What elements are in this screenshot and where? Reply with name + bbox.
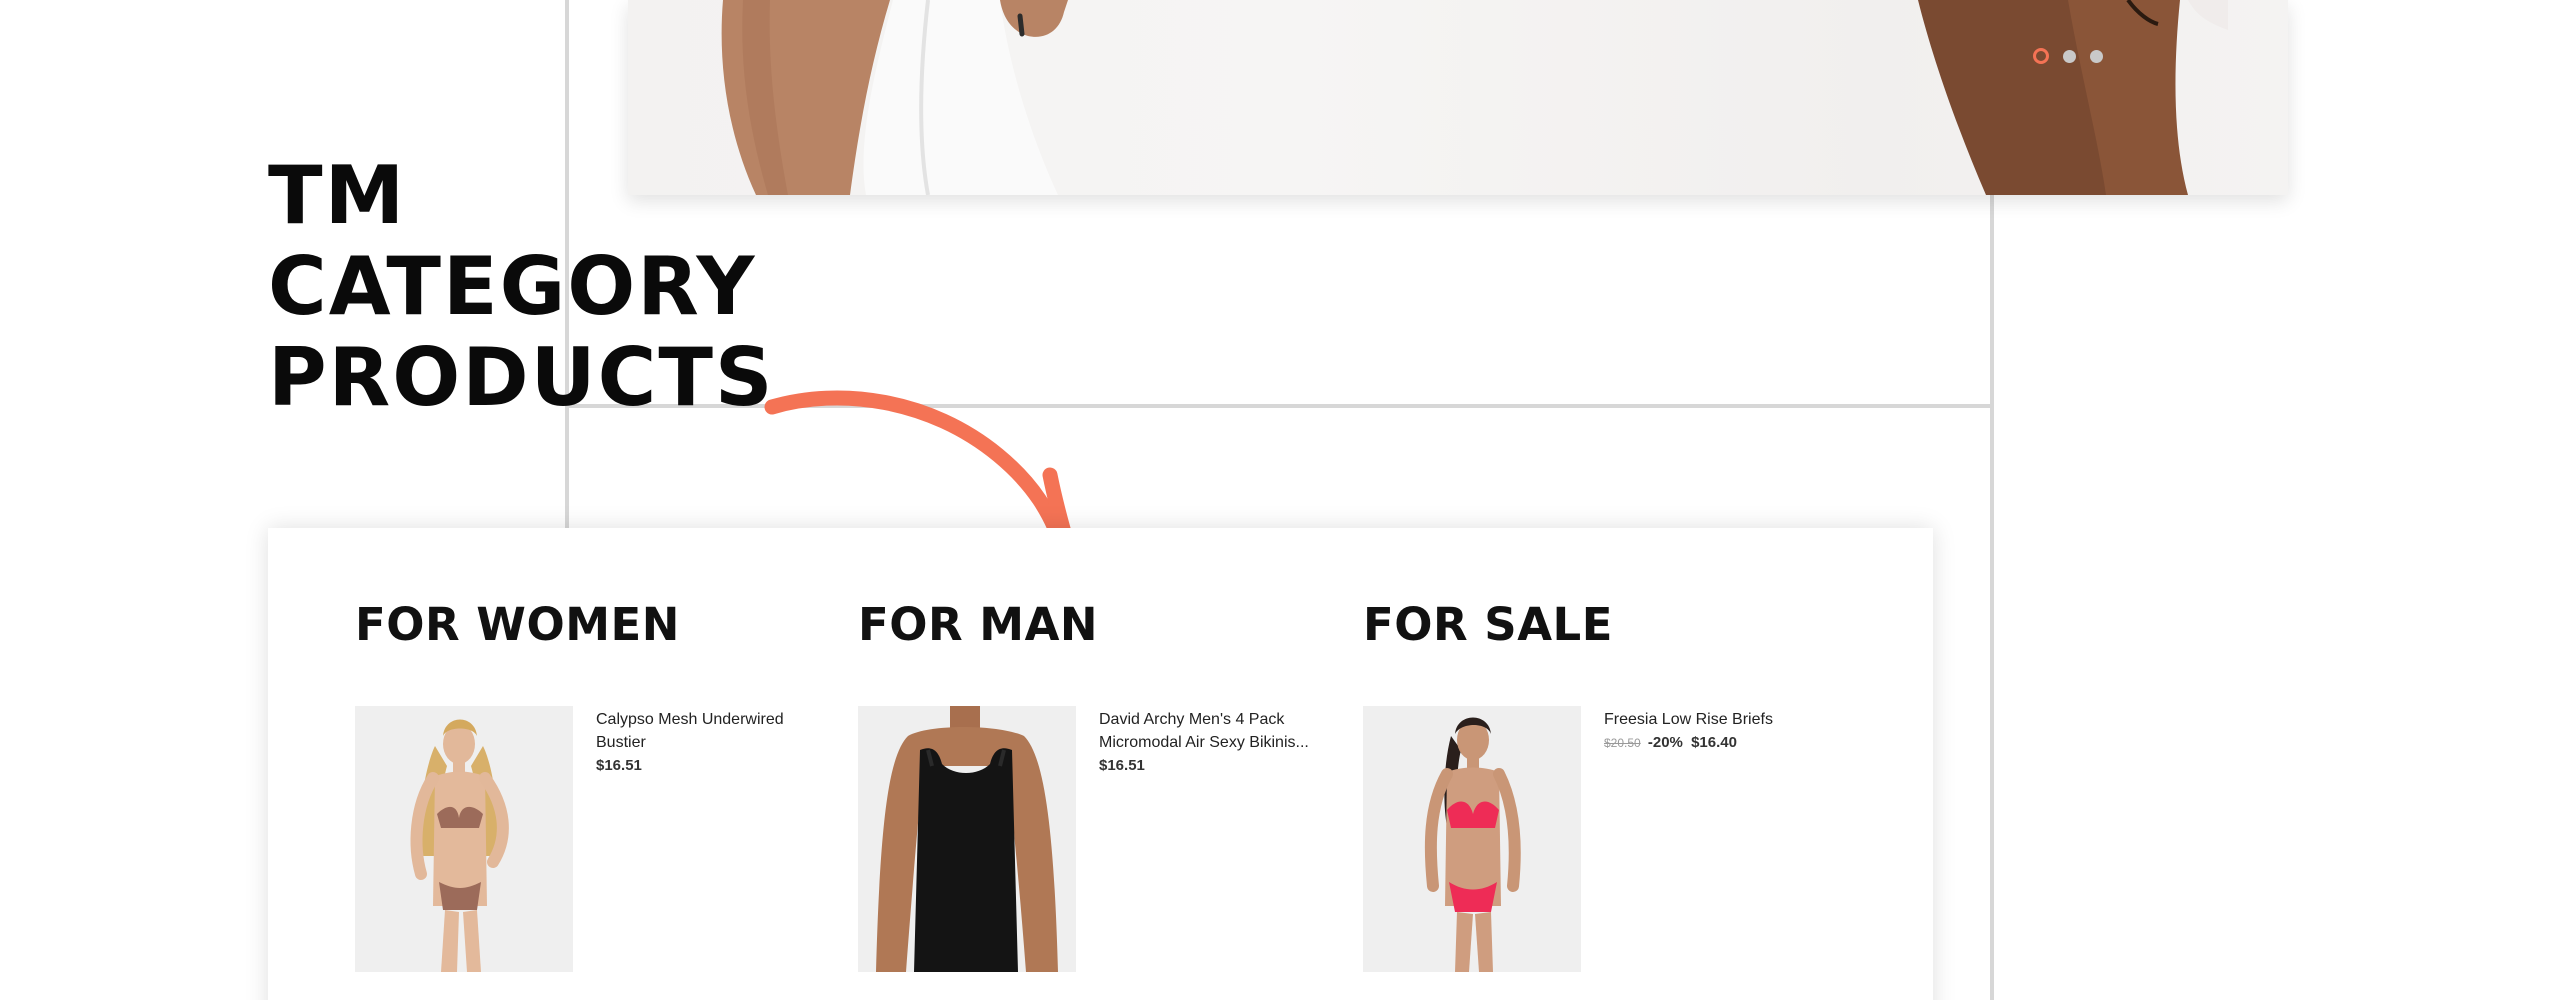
product-info: Freesia Low Rise Briefs $20.50 -20% $16.… [1604, 708, 1834, 751]
module-title-line: TM [268, 149, 407, 242]
module-title: TM CATEGORY PRODUCTS [268, 150, 775, 423]
category-title: FOR MAN [858, 598, 1099, 651]
product-card[interactable]: Freesia Low Rise Briefs $20.50 -20% $16.… [1363, 706, 1833, 976]
slider-dot[interactable] [2090, 49, 2103, 63]
product-card[interactable]: David Archy Men's 4 Pack Micromodal Air … [858, 706, 1328, 976]
product-name-link[interactable]: Freesia Low Rise Briefs [1604, 708, 1834, 731]
page: TM CATEGORY PRODUCTS FOR WOMEN Calypso M… [0, 0, 2560, 1000]
product-old-price: $20.50 [1604, 736, 1641, 750]
product-info: Calypso Mesh Underwired Bustier $16.51 [596, 708, 826, 774]
product-price-line: $16.51 [1099, 757, 1329, 774]
product-price: $16.51 [1099, 757, 1145, 774]
product-card[interactable]: Calypso Mesh Underwired Bustier $16.51 [355, 706, 825, 976]
product-info: David Archy Men's 4 Pack Micromodal Air … [1099, 708, 1329, 774]
category-title: FOR WOMEN [355, 598, 680, 651]
module-title-line: CATEGORY [268, 240, 757, 333]
product-image[interactable] [355, 706, 573, 972]
product-price: $16.51 [596, 757, 642, 774]
category-title: FOR SALE [1363, 598, 1613, 651]
product-image[interactable] [1363, 706, 1581, 972]
slider-dot[interactable] [2063, 49, 2076, 63]
slider-dot-active[interactable] [2033, 48, 2049, 64]
slider-pagination [2033, 48, 2103, 64]
product-discount: -20% [1647, 734, 1683, 751]
product-image[interactable] [858, 706, 1076, 972]
module-title-line: PRODUCTS [268, 331, 775, 424]
product-name-link[interactable]: David Archy Men's 4 Pack Micromodal Air … [1099, 708, 1329, 754]
hero-slide-image [721, 0, 2228, 195]
product-price: $16.40 [1691, 734, 1737, 751]
product-name-link[interactable]: Calypso Mesh Underwired Bustier [596, 708, 826, 754]
product-price-line: $20.50 -20% $16.40 [1604, 734, 1834, 751]
hero-slider[interactable] [628, 0, 2288, 195]
category-products-panel: FOR WOMEN Calypso Mesh Underwired Bustie… [268, 528, 1933, 1000]
product-price-line: $16.51 [596, 757, 826, 774]
